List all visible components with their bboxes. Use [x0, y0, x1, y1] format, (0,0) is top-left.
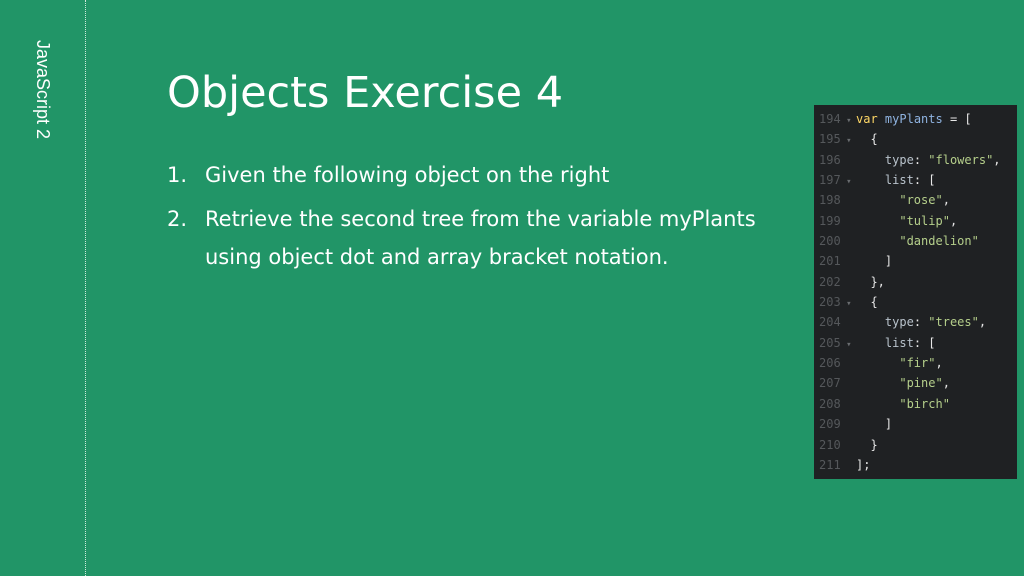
fold-arrow-icon[interactable]: ▾: [841, 136, 851, 146]
exercise-steps: 1. Given the following object on the rig…: [167, 156, 817, 282]
line-number: 199: [819, 213, 841, 228]
line-number: 206: [819, 356, 841, 371]
code-text: },: [870, 274, 885, 289]
code-line: 199 "tulip",: [814, 211, 1017, 231]
code-line: 194 ▾ var myPlants = [: [814, 109, 1017, 129]
code-text: type: "trees",: [884, 315, 987, 330]
line-number: 196: [819, 152, 841, 167]
line-number: 197 ▾: [819, 173, 852, 188]
code-line: 204 type: "trees",: [814, 312, 1017, 332]
code-line: 196 type: "flowers",: [814, 150, 1017, 170]
code-line: 209 ]: [814, 414, 1017, 434]
code-text: ];: [856, 457, 871, 472]
code-text: list: [: [884, 335, 936, 350]
code-line: 203 ▾ {: [814, 292, 1017, 312]
course-label: JavaScript 2: [23, 40, 63, 170]
line-number: 209: [819, 417, 841, 432]
line-number: 210: [819, 437, 841, 452]
step-number: 1.: [167, 163, 188, 187]
code-line: 197 ▾ list: [: [814, 170, 1017, 190]
code-text: "birch": [899, 396, 950, 411]
course-label-text: JavaScript 2: [33, 40, 53, 140]
code-line: 200 "dandelion": [814, 231, 1017, 251]
code-line: 207 "pine",: [814, 373, 1017, 393]
code-text: var myPlants = [: [856, 112, 972, 126]
fold-arrow-icon[interactable]: ▾: [841, 340, 851, 350]
line-number: 202: [819, 274, 841, 289]
code-text: "fir",: [899, 356, 943, 371]
line-number: 194 ▾: [819, 112, 852, 126]
code-line: 201 ]: [814, 251, 1017, 271]
fold-arrow-icon[interactable]: ▾: [841, 177, 851, 187]
sidebar-divider: [85, 0, 86, 576]
line-number: 204: [819, 315, 841, 330]
code-line: 211];: [814, 455, 1017, 475]
line-number: 205 ▾: [819, 335, 852, 350]
code-text: "dandelion": [899, 234, 979, 249]
code-line: 205 ▾ list: [: [814, 333, 1017, 353]
code-line: 210 }: [814, 435, 1017, 455]
step-item: 1. Given the following object on the rig…: [167, 156, 817, 194]
step-item: 2. Retrieve the second tree from the var…: [167, 200, 817, 276]
line-number: 201: [819, 254, 841, 269]
code-text: "rose",: [899, 193, 950, 208]
fold-arrow-icon[interactable]: ▾: [841, 299, 851, 309]
code-text: "tulip",: [899, 213, 958, 228]
line-number: 195 ▾: [819, 132, 852, 147]
step-text: Given the following object on the right: [205, 163, 610, 187]
step-text: Retrieve the second tree from the variab…: [205, 207, 756, 269]
code-text: {: [870, 295, 878, 310]
line-number: 207: [819, 376, 841, 391]
code-text: {: [870, 132, 878, 147]
code-line: 195 ▾ {: [814, 129, 1017, 149]
code-text: }: [870, 437, 878, 452]
code-line: 198 "rose",: [814, 190, 1017, 210]
code-text: list: [: [884, 173, 936, 188]
code-text: ]: [884, 417, 893, 432]
code-text: type: "flowers",: [884, 152, 1001, 167]
code-line: 202 },: [814, 272, 1017, 292]
line-number: 211: [819, 457, 841, 472]
code-text: "pine",: [899, 376, 950, 391]
line-number: 203 ▾: [819, 295, 852, 310]
line-number: 208: [819, 396, 841, 411]
step-number: 2.: [167, 207, 188, 231]
code-line: 208 "birch": [814, 394, 1017, 414]
fold-arrow-icon[interactable]: ▾: [841, 116, 851, 126]
line-number: 198: [819, 193, 841, 208]
slide-title: Objects Exercise 4: [167, 68, 564, 118]
line-number: 200: [819, 234, 841, 249]
code-snippet-panel: 194 ▾ var myPlants = [195 ▾ {196 type: "f…: [814, 105, 1017, 479]
code-line: 206 "fir",: [814, 353, 1017, 373]
code-text: ]: [884, 254, 893, 269]
